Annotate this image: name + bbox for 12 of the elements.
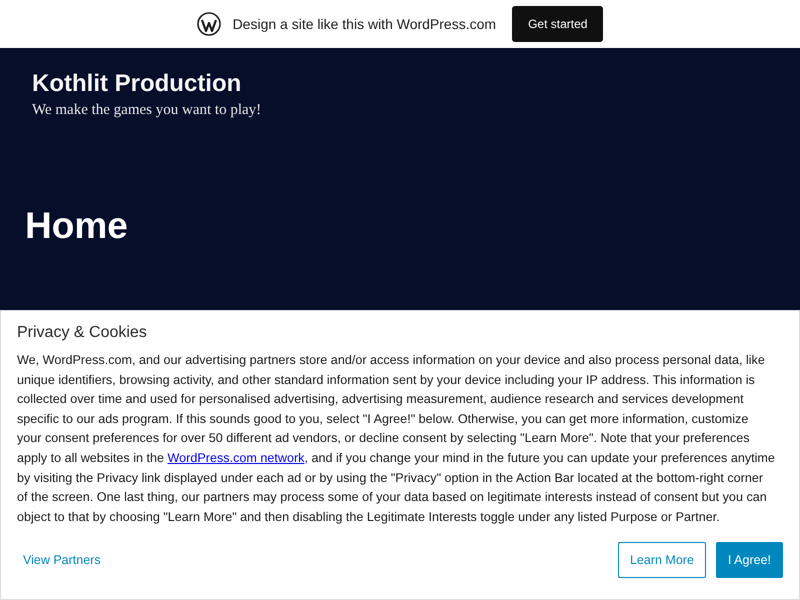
learn-more-button[interactable]: Learn More <box>618 542 706 578</box>
agree-button[interactable]: I Agree! <box>716 542 783 578</box>
get-started-button[interactable]: Get started <box>512 6 604 42</box>
page-title: Home <box>25 205 129 247</box>
site-tagline: We make the games you want to play! <box>32 102 262 119</box>
view-partners-link[interactable]: View Partners <box>17 553 107 568</box>
site-title[interactable]: Kothlit Production <box>32 70 768 98</box>
network-link[interactable]: WordPress.com network <box>168 450 304 465</box>
banner-title: Privacy & Cookies <box>17 324 148 342</box>
wordpress-logo-icon <box>196 12 221 36</box>
consent-text: We, WordPress.com, and our advertising partners store and/or access information on your device and also process personal data, like unique identifiers, browsing activity, and other standard information sent by your device including your IP address. This information is collected over time and used for personalised advertising, advertising measurement, audience research and services development specific to our ads program. If this sounds good to you, select "I Agree!" below. Otherwise, you can get more information, customize your consent preferences for over 50 different ad vendors, or decline consent by selecting "Learn More". Note that your preferences apply to all websites in the WordPress.com network, and if you change your mind in the future you can update your preferences anytime by visiting the Privacy link displayed under each ad or by using the "Privacy" option in the Action Bar located at the bottom-right corner of the screen. One last thing, our partners may process some of your data based on legitimate interests instead of consent but you can object to that by choosing "Learn More" and then disabling the Legitimate Interests toggle under any listed Purpose or Partner. <box>17 352 776 526</box>
promo-text: Design a site like this with WordPress.com <box>232 16 496 32</box>
